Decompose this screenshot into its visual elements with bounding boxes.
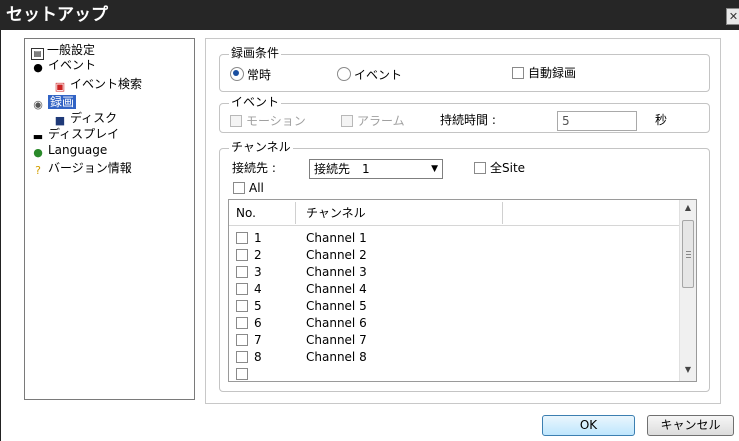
channel-group-title: チャンネル — [229, 140, 293, 154]
tree-item-version[interactable]: ? バージョン情報 — [31, 161, 132, 177]
column-divider — [295, 202, 296, 224]
tree-item-event[interactable]: ● イベント — [31, 58, 96, 74]
window-title: セットアップ — [6, 5, 108, 25]
scroll-down-icon[interactable]: ▼ — [680, 364, 696, 376]
recording-condition-title: 録画条件 — [229, 46, 282, 60]
tree-item-label: 一般設定 — [47, 43, 96, 57]
chevron-down-icon: ▼ — [431, 164, 438, 174]
row-checkbox[interactable] — [236, 266, 248, 278]
row-number: 3 — [254, 265, 262, 279]
recording-condition-group — [219, 54, 710, 92]
row-channel-name: Channel 2 — [306, 248, 367, 262]
row-channel-name: Channel 1 — [306, 231, 367, 245]
auto-record-label: 自動録画 — [528, 66, 577, 80]
tree-item-label: ディスク — [70, 111, 118, 125]
language-icon: ● — [33, 146, 43, 159]
all-check[interactable] — [233, 182, 245, 194]
tree-item-recording[interactable]: ◉ 録画 — [31, 95, 77, 111]
all-label: All — [249, 181, 264, 195]
radio-always[interactable]: 常時 — [230, 67, 271, 82]
row-number: 1 — [254, 231, 262, 245]
row-channel-name: Channel 3 — [306, 265, 367, 279]
scroll-up-icon[interactable]: ▲ — [680, 202, 696, 214]
tree-item-label: 録画 — [48, 95, 77, 109]
motion-label: モーション — [246, 114, 306, 128]
connect-select-value: 接続先 1 — [314, 162, 370, 176]
row-checkbox[interactable] — [236, 351, 248, 363]
row-channel-name: Channel 4 — [306, 282, 367, 296]
close-button[interactable]: ✕ — [726, 8, 739, 25]
radio-event[interactable]: イベント — [337, 67, 402, 82]
row-checkbox[interactable] — [236, 334, 248, 346]
title-bar — [0, 0, 739, 30]
row-channel-name: Channel 5 — [306, 299, 367, 313]
motion-check[interactable] — [230, 115, 242, 127]
tree-item-event-search[interactable]: ▣ イベント検索 — [53, 77, 142, 93]
row-checkbox[interactable] — [236, 300, 248, 312]
tree-item-disk[interactable]: ■ ディスク — [53, 111, 117, 127]
row-checkbox[interactable] — [236, 232, 248, 244]
connect-select[interactable]: 接続先 1 ▼ — [309, 159, 443, 179]
version-info-icon: ? — [35, 164, 41, 177]
auto-record-check[interactable] — [512, 67, 524, 79]
event-icon: ● — [33, 61, 43, 74]
row-checkbox[interactable] — [236, 283, 248, 295]
window-left-border — [0, 30, 1, 441]
row-checkbox[interactable] — [236, 249, 248, 261]
radio-always-label: 常時 — [247, 68, 272, 82]
tree-item-label: ディスプレイ — [48, 127, 120, 141]
all-checkbox[interactable]: All — [233, 181, 264, 195]
row-channel-name: Channel 7 — [306, 333, 367, 347]
alarm-label: アラーム — [357, 114, 405, 128]
auto-record-checkbox[interactable]: 自動録画 — [512, 66, 576, 80]
row-number: 8 — [254, 350, 262, 364]
event-group-title: イベント — [229, 95, 282, 109]
vertical-scrollbar[interactable]: ▲ ▼ — [679, 200, 696, 381]
tree-item-label: バージョン情報 — [48, 161, 132, 175]
tree-item-display[interactable]: ▬ ディスプレイ — [31, 127, 119, 143]
recording-icon: ◉ — [33, 98, 43, 111]
channel-list[interactable]: No. チャンネル 1 Channel 1 2 Channel 2 3 Chan… — [228, 199, 697, 382]
all-site-check[interactable] — [474, 162, 486, 174]
row-number: 7 — [254, 333, 262, 347]
tree-item-label: イベント — [48, 58, 97, 72]
motion-checkbox[interactable]: モーション — [230, 114, 306, 128]
duration-unit: 秒 — [655, 113, 668, 127]
alarm-check[interactable] — [341, 115, 353, 127]
tree-item-label: Language — [48, 143, 108, 157]
scrollbar-thumb[interactable] — [682, 220, 694, 288]
cancel-button[interactable]: キャンセル — [647, 415, 734, 436]
row-number: 5 — [254, 299, 262, 313]
display-icon: ▬ — [32, 130, 44, 143]
column-header-no[interactable]: No. — [231, 200, 256, 226]
alarm-checkbox[interactable]: アラーム — [341, 114, 405, 128]
tree-item-label: イベント検索 — [70, 77, 143, 91]
duration-input[interactable]: 5 — [557, 111, 637, 131]
disk-icon: ■ — [54, 114, 66, 127]
settings-tree[interactable]: ▤ 一般設定 ● イベント ▣ イベント検索 ◉ 録画 ■ ディスク ▬ ディスプレイ ● L… — [24, 38, 195, 400]
radio-event-control[interactable] — [337, 67, 351, 81]
duration-label: 持続時間 : — [440, 113, 496, 127]
connect-label: 接続先 : — [232, 161, 276, 175]
all-site-label: 全Site — [490, 161, 526, 175]
all-site-checkbox[interactable]: 全Site — [474, 161, 525, 175]
row-number: 6 — [254, 316, 262, 330]
radio-event-label: イベント — [354, 68, 403, 82]
ok-button[interactable]: OK — [542, 415, 635, 436]
column-header-channel[interactable]: チャンネル — [301, 200, 366, 226]
row-checkbox — [236, 368, 248, 380]
channel-list-header: No. チャンネル — [229, 200, 680, 226]
column-divider — [502, 202, 503, 224]
row-checkbox[interactable] — [236, 317, 248, 329]
radio-always-control[interactable] — [230, 67, 244, 81]
tree-item-language[interactable]: ● Language — [31, 143, 107, 159]
event-search-icon: ▣ — [54, 80, 66, 93]
row-channel-name: Channel 6 — [306, 316, 367, 330]
row-number: 4 — [254, 282, 262, 296]
row-channel-name: Channel 8 — [306, 350, 367, 364]
row-number: 2 — [254, 248, 262, 262]
